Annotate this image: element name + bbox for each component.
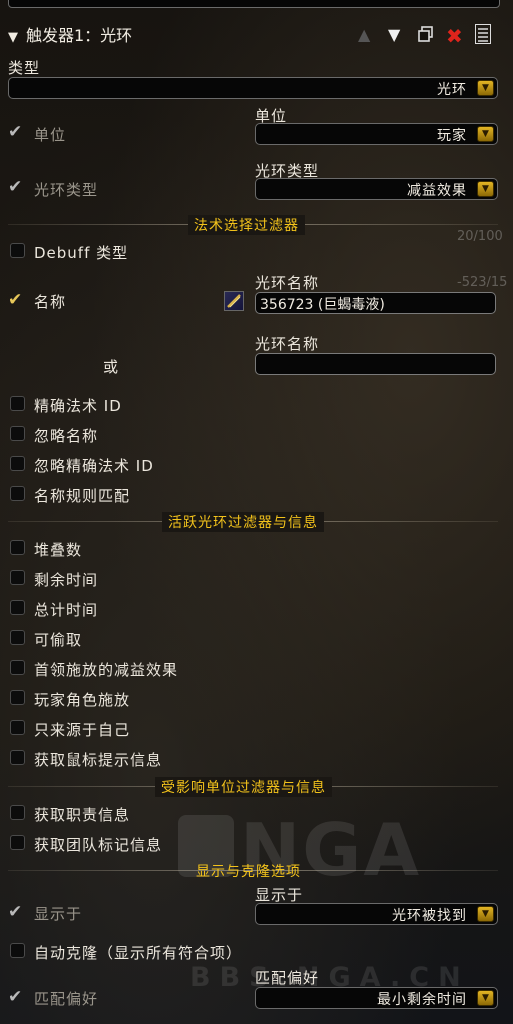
option-label: 精确法术 ID xyxy=(34,397,122,415)
option-label: 忽略精确法术 ID xyxy=(34,457,154,475)
show-on-label: 显示于 xyxy=(255,886,304,904)
option-checkbox[interactable] xyxy=(10,630,25,645)
option-checkbox[interactable] xyxy=(10,690,25,705)
aura-name-input[interactable]: 356723 (巨蝎毒液) xyxy=(255,292,496,314)
option-label: 只来源于自己 xyxy=(34,721,131,739)
unit-dropdown[interactable]: 玩家 ▼ xyxy=(255,123,498,145)
option-checkbox[interactable] xyxy=(10,570,25,585)
show-on-check-label: 显示于 xyxy=(34,905,83,923)
aura-type-dropdown[interactable]: 减益效果 ▼ xyxy=(255,178,498,200)
or-label: 或 xyxy=(103,358,120,376)
option-label: 剩余时间 xyxy=(34,571,99,589)
chevron-down-icon[interactable]: ▼ xyxy=(8,30,18,45)
option-label: 获取职责信息 xyxy=(34,806,131,824)
type-label: 类型 xyxy=(8,59,41,77)
delete-icon[interactable]: ✖ xyxy=(446,24,463,48)
spell-icon[interactable] xyxy=(224,291,244,311)
show-on-dropdown[interactable]: 光环被找到 ▼ xyxy=(255,903,498,925)
active-filter-heading: 活跃光环过滤器与信息 xyxy=(162,512,324,532)
debuff-type-label: Debuff 类型 xyxy=(34,244,129,262)
aura-name-input-2[interactable] xyxy=(255,353,496,375)
duplicate-icon[interactable] xyxy=(418,26,434,42)
dropdown-arrow-icon[interactable]: ▼ xyxy=(477,80,494,96)
aura-name-value: 356723 (巨蝎毒液) xyxy=(260,297,385,313)
move-up-icon[interactable]: ▲ xyxy=(358,25,370,44)
dropdown-arrow-icon[interactable]: ▼ xyxy=(477,126,494,142)
match-pref-checkmark-icon[interactable]: ✔ xyxy=(8,989,22,1006)
option-checkbox[interactable] xyxy=(10,396,25,411)
debuff-type-checkbox[interactable] xyxy=(10,243,25,258)
option-checkbox[interactable] xyxy=(10,720,25,735)
aura-type-check-label: 光环类型 xyxy=(34,181,99,199)
option-label: 玩家角色施放 xyxy=(34,691,131,709)
match-pref-dropdown[interactable]: 最小剩余时间 ▼ xyxy=(255,987,498,1009)
option-checkbox[interactable] xyxy=(10,660,25,675)
aura-type-checkmark-icon[interactable]: ✔ xyxy=(8,179,22,196)
option-label: 忽略名称 xyxy=(34,427,99,445)
name-label: 名称 xyxy=(34,293,67,311)
trigger-title: 触发器1：光环 xyxy=(26,26,133,45)
option-label: 堆叠数 xyxy=(34,541,83,559)
auto-clone-checkbox[interactable] xyxy=(10,943,25,958)
unit-checkmark-icon[interactable]: ✔ xyxy=(8,124,22,141)
unit-value: 玩家 xyxy=(437,128,467,144)
option-label: 获取鼠标提示信息 xyxy=(34,751,163,769)
dropdown-arrow-icon[interactable]: ▼ xyxy=(477,990,494,1006)
option-checkbox[interactable] xyxy=(10,456,25,471)
option-label: 首领施放的减益效果 xyxy=(34,661,179,679)
name-checkmark-icon[interactable]: ✔ xyxy=(8,292,22,309)
affected-filter-heading: 受影响单位过滤器与信息 xyxy=(155,777,332,797)
type-dropdown[interactable]: 光环 ▼ xyxy=(8,77,498,99)
dropdown-arrow-icon[interactable]: ▼ xyxy=(477,906,494,922)
option-label: 总计时间 xyxy=(34,601,99,619)
option-checkbox[interactable] xyxy=(10,486,25,501)
background-text: -523/15 xyxy=(457,275,508,290)
type-value: 光环 xyxy=(437,82,467,98)
aura-type-value: 减益效果 xyxy=(407,183,467,199)
option-label: 可偷取 xyxy=(34,631,83,649)
option-checkbox[interactable] xyxy=(10,750,25,765)
option-checkbox[interactable] xyxy=(10,600,25,615)
auto-clone-label: 自动克隆（显示所有符合项） xyxy=(34,944,243,962)
background-text: 20/100 xyxy=(457,229,503,244)
aura-name-label: 光环名称 xyxy=(255,274,320,292)
previous-dropdown[interactable] xyxy=(8,0,500,8)
aura-name-label-2: 光环名称 xyxy=(255,335,320,353)
unit-check-label: 单位 xyxy=(34,126,67,144)
option-checkbox[interactable] xyxy=(10,835,25,850)
spell-filter-heading: 法术选择过滤器 xyxy=(188,215,305,235)
option-checkbox[interactable] xyxy=(10,426,25,441)
option-label: 名称规则匹配 xyxy=(34,487,131,505)
option-checkbox[interactable] xyxy=(10,805,25,820)
option-label: 获取团队标记信息 xyxy=(34,836,163,854)
match-pref-check-label: 匹配偏好 xyxy=(34,990,99,1008)
trigger-header[interactable]: ▼ 触发器1：光环 xyxy=(8,22,132,46)
match-pref-label: 匹配偏好 xyxy=(255,969,320,987)
show-on-checkmark-icon[interactable]: ✔ xyxy=(8,904,22,921)
dropdown-arrow-icon[interactable]: ▼ xyxy=(477,181,494,197)
show-on-value: 光环被找到 xyxy=(392,908,467,924)
menu-icon[interactable] xyxy=(475,24,491,44)
move-down-icon[interactable]: ▼ xyxy=(388,25,400,44)
show-clone-heading: 显示与克隆选项 xyxy=(196,864,301,880)
option-checkbox[interactable] xyxy=(10,540,25,555)
match-pref-value: 最小剩余时间 xyxy=(377,992,467,1008)
